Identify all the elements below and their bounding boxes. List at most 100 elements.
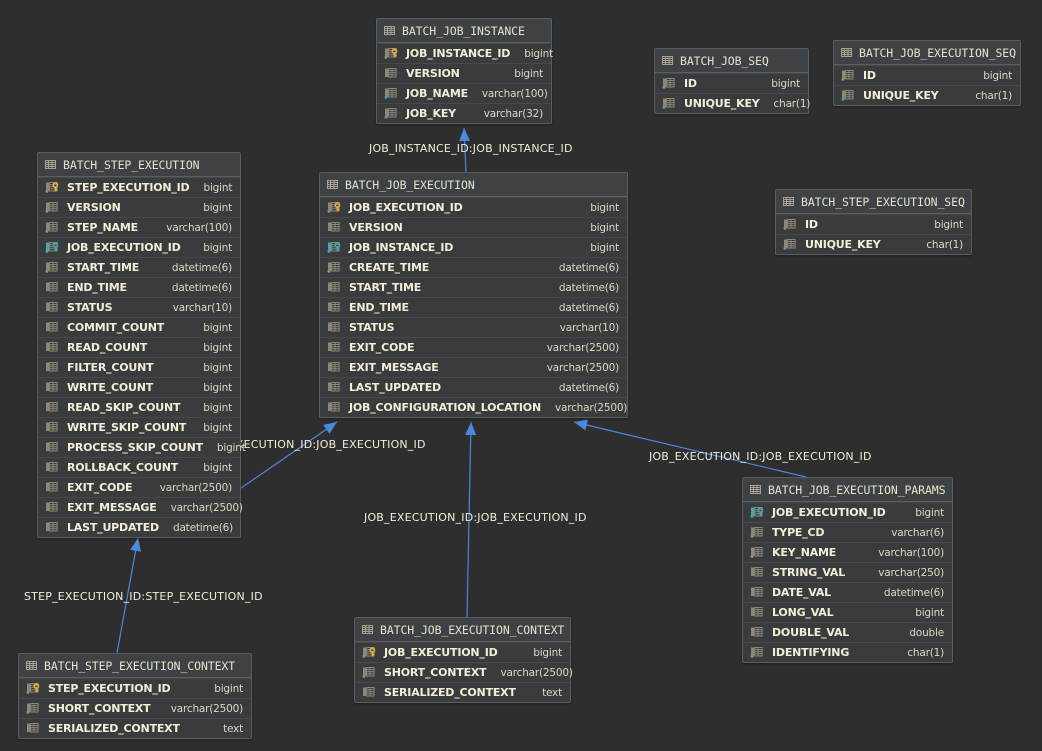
table-column-row[interactable]: JOB_INSTANCE_ID bigint bbox=[377, 43, 553, 63]
table-column-row[interactable]: SHORT_CONTEXT varchar(2500) bbox=[355, 662, 573, 682]
table-header[interactable]: BATCH_STEP_EXECUTION_CONTEXT bbox=[19, 654, 251, 678]
table-node[interactable]: BATCH_JOB_SEQ ID bigint UNIQUE_KEY char(1) bbox=[654, 48, 810, 114]
table-column-row[interactable]: JOB_KEY varchar(32) bbox=[377, 103, 551, 123]
table-column-row[interactable]: START_TIME datetime(6) bbox=[320, 277, 627, 297]
table-node[interactable]: BATCH_STEP_EXECUTION STEP_EXECUTION_ID big… bbox=[37, 152, 246, 538]
table-column-row[interactable]: JOB_EXECUTION_ID bigint bbox=[355, 642, 570, 662]
table-header[interactable]: BATCH_JOB_SEQ bbox=[655, 49, 808, 73]
table-column-row[interactable]: ID bigint bbox=[655, 73, 808, 93]
table-column-row[interactable]: TYPE_CD varchar(6) bbox=[743, 522, 952, 542]
table-column-row[interactable]: LAST_UPDATED datetime(6) bbox=[38, 517, 240, 537]
column-icon bbox=[662, 97, 678, 110]
column-icon bbox=[45, 361, 61, 374]
column-name: START_TIME bbox=[349, 281, 422, 294]
column-type: varchar(2500) bbox=[554, 401, 628, 414]
table-column-row[interactable]: STEP_EXECUTION_ID bigint bbox=[38, 177, 240, 197]
table-column-row[interactable]: EXIT_MESSAGE varchar(2500) bbox=[38, 497, 243, 517]
table-node[interactable]: BATCH_STEP_EXECUTION_SEQ ID bigint UNIQUE_K… bbox=[775, 189, 972, 255]
table-header[interactable]: BATCH_STEP_EXECUTION_SEQ bbox=[776, 190, 971, 214]
table-column-row[interactable]: EXIT_CODE varchar(2500) bbox=[320, 337, 627, 357]
column-name: READ_SKIP_COUNT bbox=[67, 401, 181, 414]
er-diagram-canvas[interactable]: JOB_INSTANCE_ID:JOB_INSTANCE_ID JOB_EXECU… bbox=[0, 0, 1042, 751]
column-icon bbox=[327, 261, 343, 274]
table-header[interactable]: BATCH_JOB_INSTANCE bbox=[377, 19, 551, 43]
table-column-row[interactable]: START_TIME datetime(6) bbox=[38, 257, 240, 277]
column-type: bigint bbox=[203, 381, 232, 394]
table-column-row[interactable]: SERIALIZED_CONTEXT text bbox=[19, 718, 251, 738]
table-column-row[interactable]: LONG_VAL bigint bbox=[743, 602, 952, 622]
table-column-row[interactable]: READ_SKIP_COUNT bigint bbox=[38, 397, 240, 417]
table-column-row[interactable]: ROLLBACK_COUNT bigint bbox=[38, 457, 240, 477]
table-column-row[interactable]: DATE_VAL datetime(6) bbox=[743, 582, 952, 602]
relationship-arrowhead-icon bbox=[574, 419, 588, 431]
table-column-row[interactable]: JOB_NAME varchar(100) bbox=[377, 83, 551, 103]
table-node[interactable]: BATCH_JOB_EXECUTION JOB_EXECUTION_ID bigin… bbox=[319, 172, 628, 418]
table-column-row[interactable]: END_TIME datetime(6) bbox=[320, 297, 627, 317]
table-column-row[interactable]: KEY_NAME varchar(100) bbox=[743, 542, 952, 562]
table-column-row[interactable]: EXIT_MESSAGE varchar(2500) bbox=[320, 357, 627, 377]
table-column-row[interactable]: END_TIME datetime(6) bbox=[38, 277, 240, 297]
column-icon bbox=[45, 321, 61, 334]
table-column-row[interactable]: CREATE_TIME datetime(6) bbox=[320, 257, 627, 277]
table-column-row[interactable]: SHORT_CONTEXT varchar(2500) bbox=[19, 698, 251, 718]
table-column-row[interactable]: UNIQUE_KEY char(1) bbox=[776, 234, 971, 254]
table-column-row[interactable]: VERSION bigint bbox=[320, 217, 627, 237]
table-column-row[interactable]: STRING_VAL varchar(250) bbox=[743, 562, 952, 582]
table-column-row[interactable]: JOB_CONFIGURATION_LOCATION varchar(2500) bbox=[320, 397, 627, 417]
column-name: SERIALIZED_CONTEXT bbox=[48, 722, 180, 735]
relationship-label: STEP_EXECUTION_ID:STEP_EXECUTION_ID bbox=[24, 590, 263, 603]
table-node[interactable]: BATCH_JOB_EXECUTION_PARAMS JOB_EXECUTION_… bbox=[742, 477, 953, 663]
primary-key-icon bbox=[327, 201, 343, 214]
column-name: START_TIME bbox=[67, 261, 140, 274]
relationship-label: JOB_INSTANCE_ID:JOB_INSTANCE_ID bbox=[369, 142, 573, 155]
table-column-row[interactable]: DOUBLE_VAL double bbox=[743, 622, 952, 642]
column-type: datetime(6) bbox=[171, 261, 232, 274]
column-name: STEP_EXECUTION_ID bbox=[67, 181, 190, 194]
column-icon bbox=[750, 606, 766, 619]
table-column-row[interactable]: JOB_EXECUTION_ID bigint bbox=[320, 197, 627, 217]
table-grid-icon bbox=[327, 179, 338, 190]
column-type: bigint bbox=[214, 682, 243, 695]
table-column-row[interactable]: VERSION bigint bbox=[377, 63, 551, 83]
table-column-row[interactable]: STEP_NAME varchar(100) bbox=[38, 217, 240, 237]
table-header[interactable]: BATCH_JOB_EXECUTION bbox=[320, 173, 627, 197]
table-node[interactable]: BATCH_JOB_EXECUTION_SEQ ID bigint UNIQUE_KE… bbox=[833, 40, 1021, 106]
table-column-row[interactable]: STEP_EXECUTION_ID bigint bbox=[19, 678, 251, 698]
table-column-row[interactable]: JOB_EXECUTION_ID bigint bbox=[743, 502, 952, 522]
column-name: SHORT_CONTEXT bbox=[384, 666, 487, 679]
table-column-row[interactable]: PROCESS_SKIP_COUNT bigint bbox=[38, 437, 246, 457]
table-header[interactable]: BATCH_STEP_EXECUTION bbox=[38, 153, 240, 177]
table-column-row[interactable]: EXIT_CODE varchar(2500) bbox=[38, 477, 240, 497]
table-header[interactable]: BATCH_JOB_EXECUTION_PARAMS bbox=[743, 478, 952, 502]
table-node[interactable]: BATCH_JOB_INSTANCE JOB_INSTANCE_ID bigint V… bbox=[376, 18, 553, 124]
table-column-row[interactable]: FILTER_COUNT bigint bbox=[38, 357, 240, 377]
column-type: bigint bbox=[514, 67, 543, 80]
table-column-row[interactable]: COMMIT_COUNT bigint bbox=[38, 317, 240, 337]
table-column-row[interactable]: READ_COUNT bigint bbox=[38, 337, 240, 357]
table-column-row[interactable]: STATUS varchar(10) bbox=[38, 297, 240, 317]
table-header[interactable]: BATCH_JOB_EXECUTION_SEQ bbox=[834, 41, 1020, 65]
table-column-row[interactable]: IDENTIFYING char(1) bbox=[743, 642, 952, 662]
table-header[interactable]: BATCH_JOB_EXECUTION_CONTEXT bbox=[355, 618, 570, 642]
table-column-row[interactable]: JOB_INSTANCE_ID bigint bbox=[320, 237, 627, 257]
table-column-row[interactable]: VERSION bigint bbox=[38, 197, 240, 217]
table-node[interactable]: BATCH_STEP_EXECUTION_CONTEXT STEP_EXECUTI… bbox=[18, 653, 252, 739]
column-name: VERSION bbox=[67, 201, 121, 214]
column-type: bigint bbox=[203, 421, 232, 434]
column-type: bigint bbox=[915, 506, 944, 519]
table-column-row[interactable]: UNIQUE_KEY char(1) bbox=[655, 93, 810, 113]
column-type: bigint bbox=[983, 69, 1012, 82]
table-column-row[interactable]: SERIALIZED_CONTEXT text bbox=[355, 682, 570, 702]
table-column-row[interactable]: LAST_UPDATED datetime(6) bbox=[320, 377, 627, 397]
table-column-row[interactable]: STATUS varchar(10) bbox=[320, 317, 627, 337]
column-type: text bbox=[223, 722, 243, 735]
table-column-row[interactable]: UNIQUE_KEY char(1) bbox=[834, 85, 1020, 105]
table-column-row[interactable]: ID bigint bbox=[776, 214, 971, 234]
table-node[interactable]: BATCH_JOB_EXECUTION_CONTEXT JOB_EXECUTION… bbox=[354, 617, 573, 703]
column-name: JOB_KEY bbox=[406, 107, 456, 120]
table-column-row[interactable]: JOB_EXECUTION_ID bigint bbox=[38, 237, 240, 257]
table-column-row[interactable]: WRITE_COUNT bigint bbox=[38, 377, 240, 397]
column-type: datetime(6) bbox=[558, 301, 619, 314]
table-column-row[interactable]: ID bigint bbox=[834, 65, 1020, 85]
table-column-row[interactable]: WRITE_SKIP_COUNT bigint bbox=[38, 417, 240, 437]
